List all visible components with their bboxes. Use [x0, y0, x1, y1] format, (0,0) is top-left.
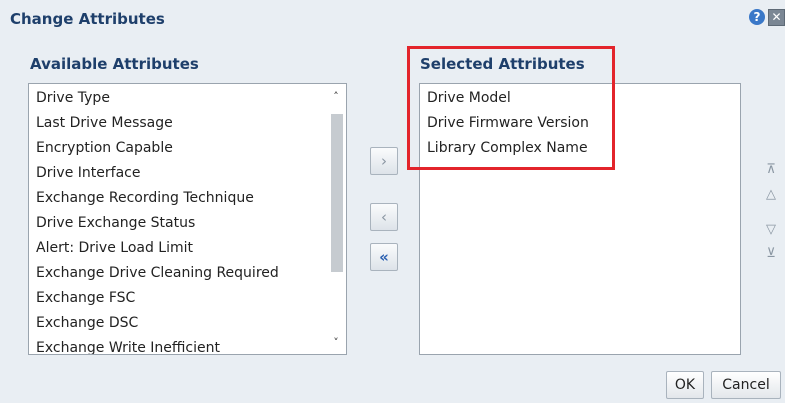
selected-attributes-highlight: [407, 46, 615, 170]
available-list-scrollbar[interactable]: ˄ ˅: [326, 84, 346, 354]
help-icon[interactable]: ?: [749, 9, 765, 25]
list-item[interactable]: Alert: Drive Load Limit: [29, 236, 346, 261]
scroll-down-icon[interactable]: ˅: [329, 336, 343, 350]
change-attributes-dialog: Change Attributes ? ✕ Available Attribut…: [0, 0, 785, 403]
list-item[interactable]: Drive Interface: [29, 161, 346, 186]
move-down-icon[interactable]: ▽: [763, 223, 779, 237]
dialog-title: Change Attributes: [10, 10, 165, 28]
scroll-thumb[interactable]: [331, 114, 343, 272]
list-item[interactable]: Drive Exchange Status: [29, 211, 346, 236]
list-item[interactable]: Exchange Drive Cleaning Required: [29, 261, 346, 286]
close-icon[interactable]: ✕: [768, 9, 785, 26]
list-item[interactable]: Exchange Write Inefficient: [29, 336, 346, 354]
list-item[interactable]: Exchange FSC: [29, 286, 346, 311]
scroll-up-icon[interactable]: ˄: [329, 90, 343, 104]
available-attributes-label: Available Attributes: [30, 55, 199, 73]
list-item[interactable]: Last Drive Message: [29, 111, 346, 136]
list-item[interactable]: Encryption Capable: [29, 136, 346, 161]
list-item[interactable]: Exchange DSC: [29, 311, 346, 336]
remove-from-selected-button[interactable]: ‹: [370, 203, 398, 231]
list-item[interactable]: Drive Type: [29, 86, 346, 111]
move-to-selected-button[interactable]: ›: [370, 147, 398, 175]
ok-button[interactable]: OK: [666, 371, 704, 399]
available-attributes-list[interactable]: Drive Type Last Drive Message Encryption…: [28, 83, 347, 355]
move-to-top-icon[interactable]: ⊼: [763, 163, 779, 177]
remove-all-button[interactable]: «: [370, 243, 398, 271]
list-item[interactable]: Exchange Recording Technique: [29, 186, 346, 211]
move-up-icon[interactable]: △: [763, 188, 779, 202]
move-to-bottom-icon[interactable]: ⊻: [763, 247, 779, 261]
cancel-button[interactable]: Cancel: [711, 371, 781, 399]
